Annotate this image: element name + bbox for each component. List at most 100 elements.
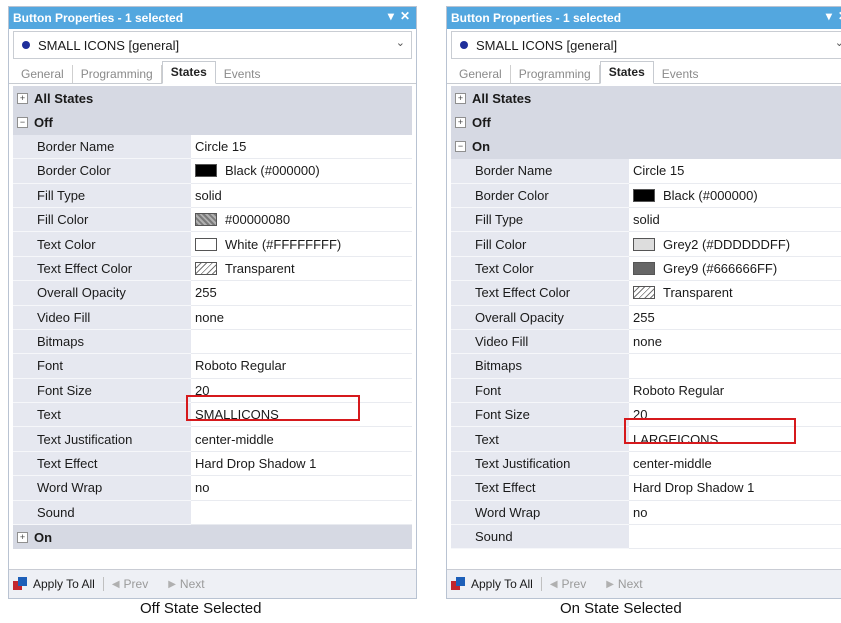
apply-to-all-button[interactable]: Apply To All <box>471 577 533 591</box>
color-swatch-icon <box>633 188 655 202</box>
property-value[interactable]: center-middle <box>629 452 841 477</box>
property-value[interactable]: Roboto Regular <box>629 379 841 404</box>
property-value[interactable]: 255 <box>191 281 412 306</box>
tab-programming[interactable]: Programming <box>73 65 162 83</box>
prev-button[interactable]: ◀ Prev <box>550 577 586 591</box>
property-row[interactable]: Sound <box>451 525 841 550</box>
property-value[interactable] <box>191 501 412 526</box>
property-row[interactable]: Border Name Circle 15 <box>13 134 412 160</box>
property-row[interactable]: Text Effect Hard Drop Shadow 1 <box>451 476 841 501</box>
property-row[interactable]: Video Fill none <box>13 305 412 330</box>
property-value[interactable]: Circle 15 <box>629 159 841 184</box>
property-row[interactable]: Text Effect Color Transparent <box>13 256 412 282</box>
property-row[interactable]: Bitmaps <box>451 354 841 379</box>
property-row[interactable]: Sound <box>13 500 412 526</box>
tab-events[interactable]: Events <box>654 65 707 83</box>
property-value[interactable]: none <box>629 330 841 355</box>
property-row[interactable]: Border Color Black (#000000) <box>451 183 841 208</box>
tab-general[interactable]: General <box>13 65 73 83</box>
property-value[interactable] <box>629 525 841 550</box>
property-value[interactable]: Hard Drop Shadow 1 <box>629 476 841 501</box>
dropdown-arrow-icon[interactable]: ▾ <box>826 9 832 23</box>
collapse-icon[interactable]: − <box>17 117 28 129</box>
property-value[interactable]: none <box>191 306 412 330</box>
property-row[interactable]: Text Justification center-middle <box>451 451 841 477</box>
property-row[interactable]: Fill Type solid <box>13 183 412 208</box>
property-value[interactable] <box>629 354 841 379</box>
property-name: Overall Opacity <box>13 281 191 306</box>
property-row[interactable]: Text Color White (#FFFFFFFF) <box>13 232 412 257</box>
object-selector[interactable]: SMALL ICONS [general] ⌄ <box>13 31 412 59</box>
property-value[interactable]: solid <box>629 208 841 233</box>
chevron-down-icon[interactable]: ⌄ <box>396 36 405 49</box>
expand-icon[interactable]: + <box>455 117 466 129</box>
property-row[interactable]: Overall Opacity 255 <box>451 305 841 330</box>
group-off[interactable]: + Off <box>451 110 841 135</box>
property-row[interactable]: Font Roboto Regular <box>451 378 841 404</box>
property-value[interactable] <box>191 330 412 355</box>
apply-to-all-icon[interactable] <box>451 577 467 591</box>
property-row[interactable]: Fill Color #00000080 <box>13 207 412 233</box>
tab-programming[interactable]: Programming <box>511 65 600 83</box>
property-row[interactable]: Text Justification center-middle <box>13 427 412 452</box>
tab-general[interactable]: General <box>451 65 511 83</box>
collapse-icon[interactable]: − <box>455 141 466 153</box>
property-value[interactable]: Hard Drop Shadow 1 <box>191 452 412 477</box>
group-on[interactable]: + On <box>13 525 412 550</box>
apply-to-all-button[interactable]: Apply To All <box>33 577 95 591</box>
next-button[interactable]: ▶ Next <box>168 577 204 591</box>
property-row[interactable]: Text Effect Color Transparent <box>451 281 841 306</box>
property-value[interactable]: 255 <box>629 306 841 330</box>
property-value[interactable]: White (#FFFFFFFF) <box>191 232 412 257</box>
property-row[interactable]: Border Name Circle 15 <box>451 159 841 184</box>
property-row[interactable]: Bitmaps <box>13 329 412 355</box>
property-value-text: Transparent <box>225 260 295 276</box>
properties-panel-off: Button Properties - 1 selected ▾ ✕ SMALL… <box>8 6 417 599</box>
group-all-states[interactable]: + All States <box>13 86 412 111</box>
chevron-down-icon[interactable]: ⌄ <box>835 36 841 49</box>
property-row[interactable]: Border Color Black (#000000) <box>13 159 412 184</box>
expand-icon[interactable]: + <box>17 531 28 543</box>
next-arrow-icon: ▶ <box>168 578 176 590</box>
property-row[interactable]: Overall Opacity 255 <box>13 281 412 306</box>
property-value[interactable]: center-middle <box>191 427 412 452</box>
close-icon[interactable]: ✕ <box>400 9 410 23</box>
object-selector[interactable]: SMALL ICONS [general] ⌄ <box>451 31 841 59</box>
dropdown-arrow-icon[interactable]: ▾ <box>388 9 394 23</box>
property-row[interactable]: Text Effect Hard Drop Shadow 1 <box>13 451 412 477</box>
apply-to-all-icon[interactable] <box>13 577 29 591</box>
tab-states[interactable]: States <box>161 61 216 84</box>
tab-states[interactable]: States <box>599 61 654 84</box>
property-row[interactable]: Fill Color Grey2 (#DDDDDDFF) <box>451 232 841 257</box>
property-row[interactable]: Word Wrap no <box>13 476 412 501</box>
property-value[interactable]: no <box>629 501 841 526</box>
next-button[interactable]: ▶ Next <box>606 577 642 591</box>
prev-button[interactable]: ◀ Prev <box>112 577 148 591</box>
property-row[interactable]: Word Wrap no <box>451 500 841 526</box>
property-value[interactable]: solid <box>191 184 412 208</box>
group-off[interactable]: − Off <box>13 110 412 135</box>
property-value[interactable]: Transparent <box>191 257 412 282</box>
group-on[interactable]: − On <box>451 134 841 160</box>
property-row[interactable]: Video Fill none <box>451 329 841 355</box>
property-value[interactable]: no <box>191 476 412 501</box>
group-all-states[interactable]: + All States <box>451 86 841 111</box>
property-value[interactable]: Circle 15 <box>191 135 412 160</box>
property-value[interactable]: Transparent <box>629 281 841 306</box>
property-name: Font <box>13 354 191 379</box>
property-row[interactable]: Text Color Grey9 (#666666FF) <box>451 256 841 282</box>
property-name: Word Wrap <box>451 500 629 526</box>
property-value[interactable]: Grey2 (#DDDDDDFF) <box>629 232 841 257</box>
property-value[interactable]: Grey9 (#666666FF) <box>629 257 841 282</box>
property-value[interactable]: #00000080 <box>191 208 412 233</box>
expand-icon[interactable]: + <box>455 92 466 104</box>
property-value-text: solid <box>195 187 222 203</box>
expand-icon[interactable]: + <box>17 92 28 104</box>
property-value[interactable]: Black (#000000) <box>629 184 841 208</box>
property-value[interactable]: Roboto Regular <box>191 354 412 379</box>
property-value[interactable]: Black (#000000) <box>191 159 412 184</box>
property-row[interactable]: Fill Type solid <box>451 207 841 233</box>
tab-events[interactable]: Events <box>216 65 269 83</box>
property-row[interactable]: Font Roboto Regular <box>13 354 412 379</box>
property-name: Text <box>13 403 191 428</box>
